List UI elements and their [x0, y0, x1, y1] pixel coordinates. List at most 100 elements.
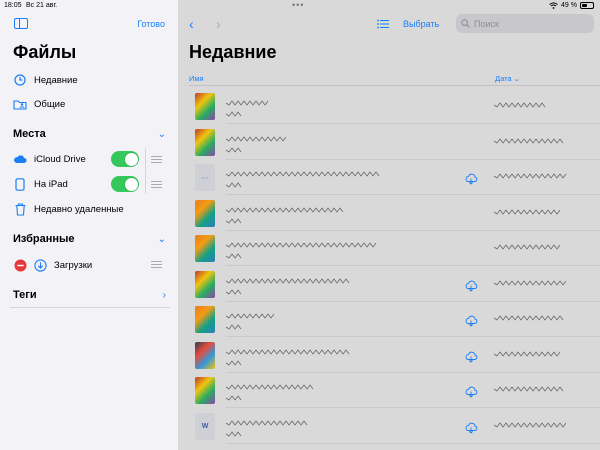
ipad-icon [13, 177, 27, 191]
sidebar-item-recently-deleted[interactable]: Недавно удаленные [13, 201, 168, 217]
file-row[interactable] [178, 231, 600, 266]
sidebar-item-on-ipad[interactable]: На iPad [13, 176, 168, 192]
chevron-down-icon[interactable]: ⌄ [158, 234, 166, 245]
file-thumbnail [195, 341, 215, 369]
on-ipad-toggle[interactable] [111, 176, 139, 192]
cloud-download-icon[interactable] [464, 350, 478, 368]
main-content: ‹ › Выбрать Поиск Недавние Имя Дата ⌄ ⋯ W [178, 0, 600, 450]
places-section-header[interactable]: Места ⌄ [13, 128, 166, 140]
file-row[interactable] [178, 302, 600, 337]
file-row[interactable] [178, 125, 600, 160]
sidebar-item-downloads[interactable]: Загрузки [13, 257, 168, 273]
file-thumbnail: ⋯ [195, 164, 215, 191]
file-date [493, 279, 567, 288]
sort-by-date[interactable]: Дата ⌄ [495, 74, 520, 83]
file-row[interactable]: ⋯ [178, 160, 600, 195]
file-date [493, 315, 564, 323]
forward-chevron-icon[interactable]: › [216, 16, 221, 32]
status-bar: 18:05 Вс 21 авг. ••• 49 % [0, 0, 600, 12]
status-right: 49 % [549, 2, 594, 9]
multitasking-dots-icon[interactable]: ••• [292, 0, 304, 10]
file-thumbnail [195, 128, 215, 156]
file-name [225, 419, 308, 428]
file-size [225, 253, 242, 261]
select-button[interactable]: Выбрать [403, 19, 439, 29]
icloud-drive-toggle[interactable] [111, 151, 139, 167]
cloud-download-icon[interactable] [464, 172, 478, 190]
file-size [225, 217, 242, 226]
file-row[interactable] [178, 196, 600, 231]
sort-by-date-label: Дата [495, 74, 512, 83]
file-date [493, 386, 564, 394]
cloud-download-icon[interactable] [464, 385, 478, 403]
file-name [225, 313, 276, 321]
file-date [493, 421, 567, 430]
file-size [225, 111, 242, 119]
favorites-section-header[interactable]: Избранные ⌄ [13, 233, 166, 245]
sidebar-toggle-icon[interactable] [14, 18, 28, 29]
list-view-icon[interactable] [377, 19, 389, 32]
file-name [225, 171, 381, 179]
page-title: Недавние [189, 42, 277, 62]
chevron-down-icon[interactable]: ⌄ [158, 129, 166, 140]
divider [10, 307, 170, 308]
file-date [493, 173, 568, 181]
icloud-icon [13, 152, 27, 166]
file-thumbnail [195, 377, 215, 404]
header-divider [189, 85, 600, 86]
cloud-download-icon[interactable] [464, 314, 478, 332]
shared-folder-icon [13, 97, 27, 111]
trash-icon [13, 202, 27, 216]
reorder-handle-icon[interactable] [151, 156, 162, 163]
sidebar-item-shared[interactable]: Общие [13, 96, 168, 112]
reorder-handle-icon[interactable] [151, 261, 162, 268]
back-chevron-icon[interactable]: ‹ [189, 16, 194, 32]
search-icon [461, 19, 470, 28]
remove-favorite-icon[interactable] [13, 258, 27, 272]
file-row[interactable]: W [178, 409, 600, 444]
sidebar: Готово Файлы Недавние Общие Места ⌄ iClo… [0, 0, 178, 450]
battery-percent: 49 % [561, 2, 577, 9]
sort-by-name[interactable]: Имя [189, 74, 204, 83]
file-size [225, 288, 242, 297]
file-name [225, 100, 269, 108]
file-date [493, 244, 562, 252]
sidebar-item-label: На iPad [34, 178, 68, 190]
file-date [493, 208, 562, 217]
file-name [225, 277, 351, 286]
done-button[interactable]: Готово [137, 19, 165, 29]
tags-section-header[interactable]: Теги › [13, 289, 166, 301]
file-name [225, 384, 314, 392]
sidebar-item-label: Общие [34, 98, 66, 110]
search-input[interactable]: Поиск [456, 14, 594, 33]
file-date [493, 137, 564, 146]
file-row[interactable] [178, 338, 600, 373]
file-row[interactable] [178, 373, 600, 408]
file-size [225, 182, 242, 190]
cloud-download-icon[interactable] [464, 421, 478, 439]
sidebar-item-recents[interactable]: Недавние [13, 72, 168, 88]
clock-icon [13, 73, 27, 87]
reorder-handle-icon[interactable] [151, 181, 162, 188]
chevron-right-icon[interactable]: › [163, 290, 166, 301]
file-thumbnail [195, 199, 215, 227]
file-name [225, 135, 287, 144]
file-thumbnail: W [195, 412, 215, 440]
file-row[interactable] [178, 89, 600, 124]
file-date [493, 350, 562, 359]
file-row[interactable] [178, 267, 600, 302]
file-thumbnail [195, 270, 215, 298]
tags-header-label: Теги [13, 289, 37, 301]
places-header-label: Места [13, 128, 46, 140]
sidebar-item-label: Загрузки [54, 259, 93, 271]
file-size [225, 359, 242, 368]
status-date: Вс 21 авг. [26, 2, 58, 9]
file-name [225, 206, 344, 215]
file-size [225, 395, 242, 403]
search-placeholder: Поиск [474, 18, 499, 29]
battery-icon [580, 2, 594, 9]
chevron-down-icon: ⌄ [513, 76, 520, 83]
cloud-download-icon[interactable] [464, 279, 478, 297]
file-thumbnail [195, 93, 215, 120]
file-date [493, 102, 546, 110]
